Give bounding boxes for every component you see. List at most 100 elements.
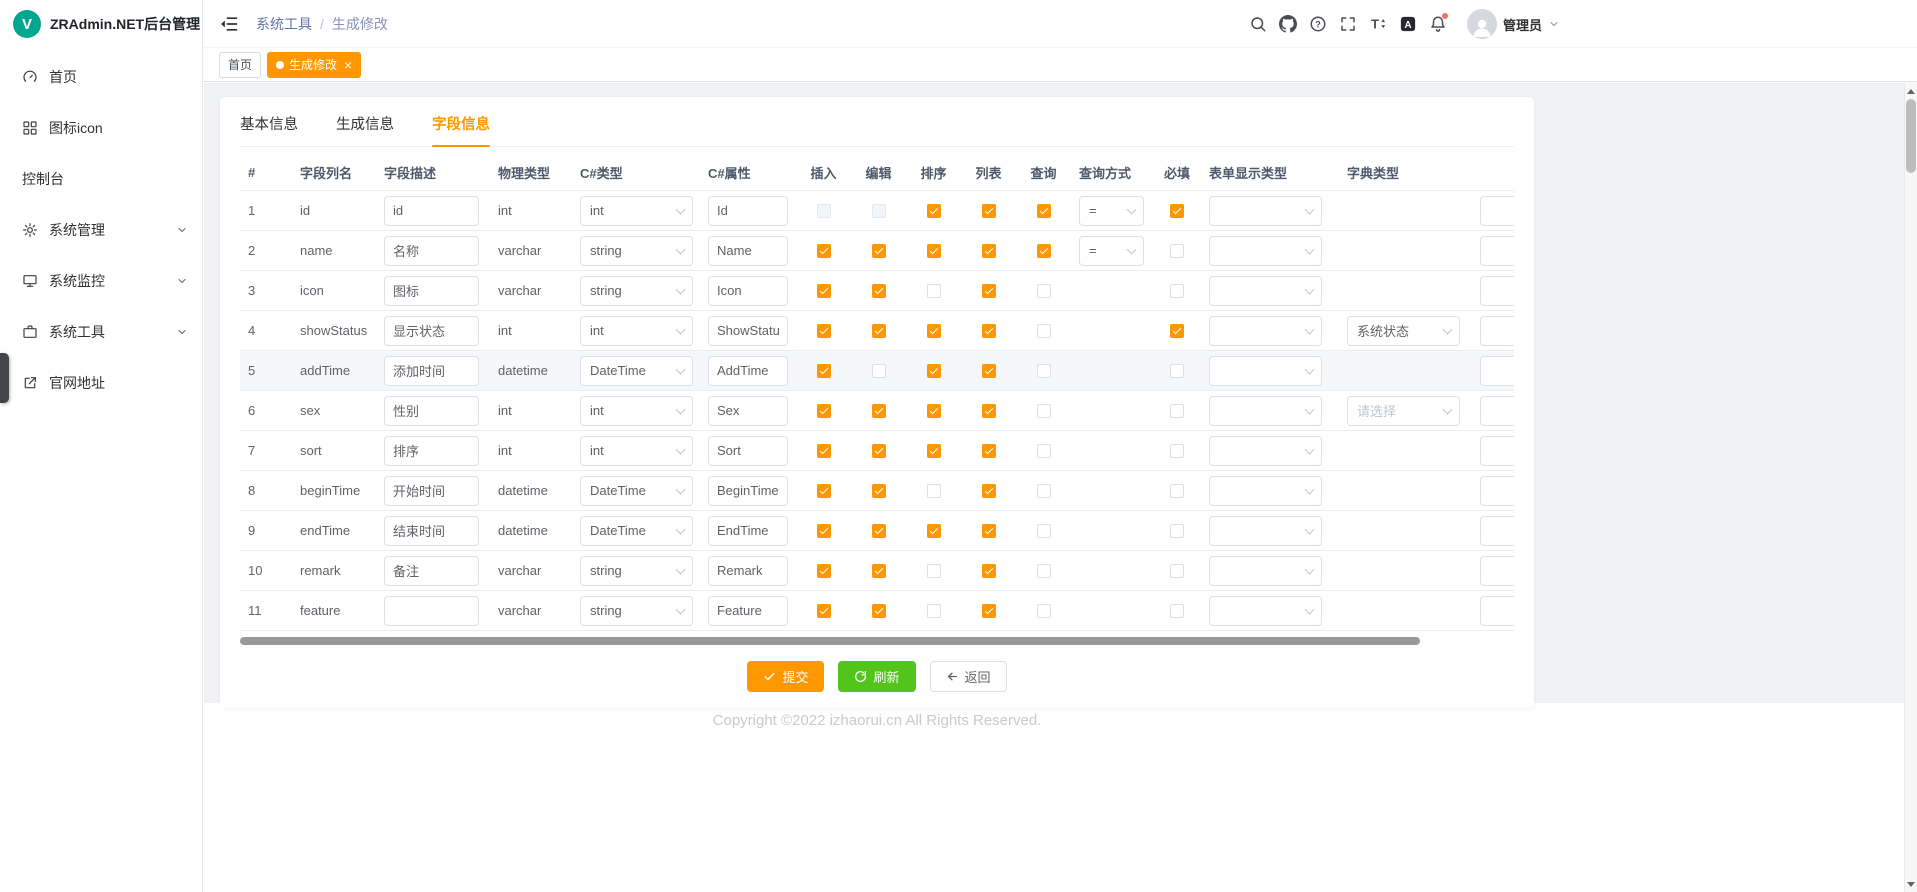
required-checkbox[interactable] [1170,524,1184,538]
dict-type-select[interactable]: 系统状态 [1347,316,1460,346]
edit-checkbox[interactable] [872,484,886,498]
csharp-attr-input[interactable] [708,556,788,586]
csharp-attr-input[interactable] [708,396,788,426]
list-checkbox[interactable] [982,604,996,618]
tab-basic[interactable]: 基本信息 [240,113,298,146]
required-checkbox[interactable] [1170,244,1184,258]
query-checkbox[interactable] [1037,284,1051,298]
sort-checkbox[interactable] [927,524,941,538]
tab-gen[interactable]: 生成信息 [336,113,394,146]
column-desc-input[interactable] [384,436,479,466]
sidebar-item-system-manage[interactable]: 系统管理 [0,204,202,255]
required-checkbox[interactable] [1170,564,1184,578]
list-checkbox[interactable] [982,404,996,418]
insert-checkbox[interactable] [817,484,831,498]
list-checkbox[interactable] [982,244,996,258]
list-checkbox[interactable] [982,204,996,218]
required-checkbox[interactable] [1170,484,1184,498]
extra-input[interactable] [1480,396,1514,426]
csharp-attr-input[interactable] [708,596,788,626]
column-desc-input[interactable] [384,316,479,346]
v-scrollbar-thumb[interactable] [1906,99,1916,173]
tab-fields[interactable]: 字段信息 [432,113,490,146]
sidebar-fold-icon[interactable] [219,14,239,34]
csharp-type-select[interactable]: string [580,596,693,626]
required-checkbox[interactable] [1170,404,1184,418]
form-type-select[interactable] [1209,236,1322,266]
csharp-attr-input[interactable] [708,356,788,386]
form-type-select[interactable] [1209,276,1322,306]
query-checkbox[interactable] [1037,244,1051,258]
sort-checkbox[interactable] [927,564,941,578]
column-desc-input[interactable] [384,476,479,506]
tag-tab[interactable]: 首页 [219,52,261,78]
csharp-type-select[interactable]: string [580,556,693,586]
form-type-select[interactable] [1209,596,1322,626]
list-checkbox[interactable] [982,284,996,298]
dict-type-select[interactable]: 请选择 [1347,396,1460,426]
edit-checkbox[interactable] [872,404,886,418]
language-icon[interactable]: A [1399,15,1417,33]
notifications-button[interactable] [1429,15,1447,33]
column-desc-input[interactable] [384,356,479,386]
sort-checkbox[interactable] [927,244,941,258]
query-checkbox[interactable] [1037,204,1051,218]
font-size-icon[interactable] [1369,15,1387,33]
edit-checkbox[interactable] [872,564,886,578]
required-checkbox[interactable] [1170,604,1184,618]
scroll-down-button[interactable] [1905,877,1917,891]
breadcrumb-item[interactable]: 系统工具 [256,14,312,34]
csharp-type-select[interactable]: DateTime [580,356,693,386]
query-checkbox[interactable] [1037,404,1051,418]
list-checkbox[interactable] [982,484,996,498]
csharp-type-select[interactable]: int [580,316,693,346]
query-checkbox[interactable] [1037,444,1051,458]
required-checkbox[interactable] [1170,364,1184,378]
csharp-type-select[interactable]: string [580,276,693,306]
csharp-attr-input[interactable] [708,196,788,226]
edit-checkbox[interactable] [872,524,886,538]
insert-checkbox[interactable] [817,564,831,578]
form-type-select[interactable] [1209,436,1322,466]
column-desc-input[interactable] [384,556,479,586]
refresh-button[interactable]: 刷新 [838,661,915,692]
sort-checkbox[interactable] [927,284,941,298]
column-desc-input[interactable] [384,596,479,626]
csharp-attr-input[interactable] [708,316,788,346]
query-checkbox[interactable] [1037,524,1051,538]
extra-input[interactable] [1480,356,1514,386]
user-menu[interactable]: 管理员 [1467,9,1560,39]
scroll-up-button[interactable] [1905,84,1917,98]
back-button[interactable]: 返回 [930,661,1007,692]
sidebar-item-system-tools[interactable]: 系统工具 [0,306,202,357]
edit-checkbox[interactable] [872,364,886,378]
list-checkbox[interactable] [982,564,996,578]
form-type-select[interactable] [1209,556,1322,586]
sidebar-item-website[interactable]: 官网地址 [0,357,202,408]
extra-input[interactable] [1480,196,1514,226]
insert-checkbox[interactable] [817,364,831,378]
side-drawer-handle[interactable] [0,353,9,403]
fullscreen-icon[interactable] [1339,15,1357,33]
form-type-select[interactable] [1209,396,1322,426]
edit-checkbox[interactable] [872,284,886,298]
sort-checkbox[interactable] [927,364,941,378]
extra-input[interactable] [1480,476,1514,506]
insert-checkbox[interactable] [817,244,831,258]
column-desc-input[interactable] [384,196,479,226]
query-checkbox[interactable] [1037,484,1051,498]
required-checkbox[interactable] [1170,324,1184,338]
csharp-type-select[interactable]: string [580,236,693,266]
edit-checkbox[interactable] [872,204,886,218]
csharp-attr-input[interactable] [708,436,788,466]
form-type-select[interactable] [1209,316,1322,346]
github-icon[interactable] [1279,15,1297,33]
sort-checkbox[interactable] [927,204,941,218]
extra-input[interactable] [1480,556,1514,586]
list-checkbox[interactable] [982,324,996,338]
sort-checkbox[interactable] [927,484,941,498]
column-desc-input[interactable] [384,276,479,306]
help-icon[interactable] [1309,15,1327,33]
column-desc-input[interactable] [384,396,479,426]
edit-checkbox[interactable] [872,324,886,338]
